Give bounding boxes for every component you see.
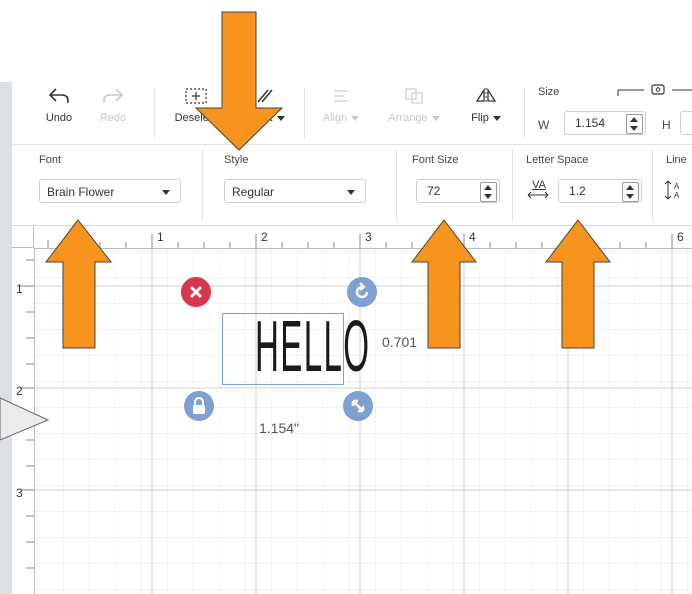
toolbar-divider <box>154 88 155 138</box>
rotate-icon <box>355 282 369 299</box>
toolbar-divider <box>304 88 305 138</box>
style-label: Style <box>224 154 249 166</box>
offset-label: Offset <box>243 112 273 124</box>
undo-label: Undo <box>45 112 73 124</box>
offset-icon <box>257 89 273 103</box>
align-button[interactable]: Align <box>312 86 370 124</box>
ruler-vertical: 1 2 3 <box>12 248 35 594</box>
deselect-button[interactable]: Deselect <box>170 86 222 124</box>
line-space-label: Line <box>666 154 687 166</box>
font-label: Font <box>39 154 62 166</box>
chevron-down-icon <box>347 190 355 195</box>
svg-text:A: A <box>674 182 680 191</box>
chevron-down-icon <box>276 115 285 121</box>
letter-space-stepper[interactable] <box>622 182 639 202</box>
font-size-stepper[interactable] <box>480 182 497 202</box>
chevron-down-icon <box>162 190 170 195</box>
font-select[interactable]: Brain Flower <box>39 179 181 203</box>
flip-button[interactable]: Flip <box>460 86 512 124</box>
letter-space-label: Letter Space <box>526 154 589 166</box>
flip-icon <box>475 87 497 104</box>
height-input[interactable] <box>680 111 692 135</box>
propbar-divider <box>396 149 397 221</box>
width-field-label: W <box>538 118 550 132</box>
propbar-divider <box>202 149 203 221</box>
ruler-tick-label: 1 <box>16 282 23 296</box>
font-value: Brain Flower <box>47 185 115 199</box>
undo-icon <box>48 88 69 103</box>
width-input[interactable]: 1.154 <box>564 111 646 135</box>
propbar-divider <box>652 149 653 221</box>
width-value: 1.154 <box>575 116 606 130</box>
redo-button[interactable]: Redo <box>92 86 134 124</box>
ruler-tick-label: 4 <box>469 230 476 244</box>
propbar-divider <box>512 149 513 221</box>
font-size-value: 72 <box>427 184 441 198</box>
rotate-handle[interactable] <box>347 277 377 307</box>
align-icon <box>334 90 348 102</box>
close-icon <box>189 285 203 299</box>
edit-toolbar: Undo Redo Deselect Offset Align Arrange … <box>12 82 692 145</box>
height-field-label: H <box>662 118 671 132</box>
chevron-down-icon <box>492 115 501 121</box>
ruler-corner <box>12 226 34 248</box>
deselect-icon <box>185 88 207 104</box>
deselect-label: Deselect <box>174 112 218 124</box>
arrange-button[interactable]: Arrange <box>378 86 450 124</box>
ruler-horizontal: 1 2 3 4 5 6 <box>12 226 692 249</box>
text-properties-bar: Font Brain Flower Style Regular Font Siz… <box>12 145 692 226</box>
style-value: Regular <box>232 185 275 199</box>
letter-space-input[interactable]: 1.2 <box>558 179 642 203</box>
ruler-tick-label: 3 <box>365 230 372 244</box>
flip-label: Flip <box>471 112 489 124</box>
arrange-icon <box>405 88 423 104</box>
ruler-tick-label: 3 <box>16 486 23 500</box>
ruler-tick-label: 2 <box>261 230 268 244</box>
delete-handle[interactable] <box>181 277 211 307</box>
lock-icon <box>193 397 205 414</box>
redo-icon <box>103 88 124 103</box>
ruler-tick-label: 5 <box>573 230 580 244</box>
size-label: Size <box>538 86 560 98</box>
letter-space-icon: VA <box>526 179 552 199</box>
align-label: Align <box>322 112 348 124</box>
resize-handle[interactable] <box>343 391 373 421</box>
left-panel-edge <box>0 82 12 594</box>
font-size-input[interactable]: 72 <box>416 179 500 203</box>
offset-button[interactable]: Offset <box>234 86 294 124</box>
height-dimension-label: 0.701 <box>382 334 418 350</box>
line-space-icon: A A <box>664 180 680 200</box>
width-dimension-label: 1.154" <box>259 420 300 436</box>
chevron-down-icon <box>351 115 360 121</box>
lock-proportions-icon[interactable] <box>616 82 692 98</box>
canvas-text-object[interactable]: HELLO <box>255 300 369 394</box>
toolbar-divider <box>524 88 525 138</box>
chevron-down-icon <box>431 115 440 121</box>
svg-text:A: A <box>674 191 680 200</box>
lock-handle[interactable] <box>184 391 214 421</box>
width-stepper[interactable] <box>626 114 643 134</box>
font-size-label: Font Size <box>412 154 459 166</box>
letter-space-value: 1.2 <box>569 184 586 198</box>
ruler-tick-label: 6 <box>677 230 684 244</box>
redo-label: Redo <box>99 112 127 124</box>
style-select[interactable]: Regular <box>224 179 366 203</box>
undo-button[interactable]: Undo <box>38 86 80 124</box>
ruler-tick-label: 2 <box>16 384 23 398</box>
ruler-tick-label: 1 <box>157 230 164 244</box>
arrange-label: Arrange <box>388 112 428 124</box>
resize-icon <box>351 399 365 413</box>
